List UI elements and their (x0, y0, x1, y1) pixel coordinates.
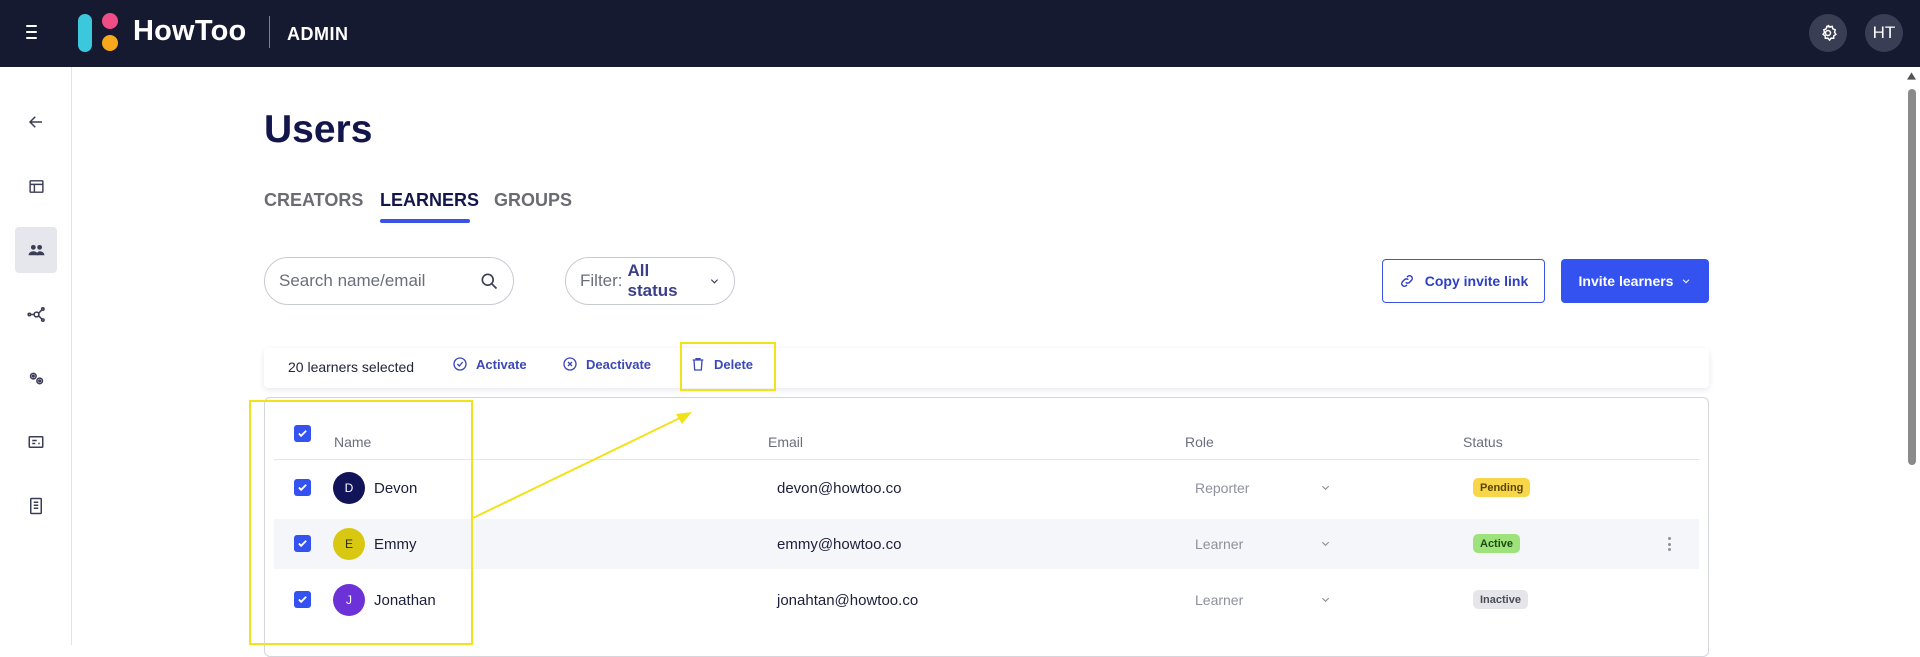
network-icon (26, 306, 45, 322)
chevron-down-icon (710, 279, 719, 284)
settings-button[interactable] (1809, 14, 1847, 52)
arrow-left-icon (28, 116, 42, 128)
column-header-role[interactable]: Role (1185, 434, 1214, 450)
annotation-highlight-selection (249, 400, 473, 645)
check-circle-icon (453, 357, 467, 371)
section-label: ADMIN (287, 24, 349, 44)
howtoo-logo (78, 13, 118, 52)
copy-invite-link-button[interactable]: Copy invite link (1382, 259, 1545, 303)
active-tab-indicator (380, 219, 470, 223)
page-title: Users (264, 108, 373, 151)
filter-prefix: Filter: (580, 271, 623, 290)
role-value: Reporter (1195, 480, 1250, 496)
table-row[interactable]: D Devon devon@howtoo.co Reporter Pending (274, 463, 1699, 513)
learner-email: emmy@howtoo.co (777, 536, 902, 553)
copy-invite-link-label: Copy invite link (1424, 273, 1529, 289)
search-placeholder: Search name/email (279, 271, 426, 290)
search-icon (481, 273, 498, 290)
tab-groups[interactable]: GROUPS (494, 190, 572, 211)
learner-email: jonahtan@howtoo.co (777, 592, 919, 609)
user-avatar[interactable]: HT (1865, 14, 1903, 52)
table-row[interactable]: E Emmy emmy@howtoo.co Learner Active (274, 519, 1699, 569)
activate-label: Activate (476, 356, 527, 372)
table-row[interactable]: J Jonathan jonahtan@howtoo.co Learner In… (274, 575, 1699, 625)
vertical-scrollbar[interactable] (1903, 67, 1920, 645)
search-input[interactable]: Search name/email (264, 257, 514, 305)
column-header-email[interactable]: Email (768, 434, 803, 450)
status-badge: Inactive (1473, 590, 1528, 609)
chevron-down-icon (1321, 541, 1330, 547)
x-circle-icon (563, 357, 577, 371)
status-badge: Pending (1473, 478, 1531, 497)
top-bar: HowToo ADMIN HT (0, 0, 1920, 67)
deactivate-label: Deactivate (586, 356, 652, 372)
filter-value: All status (627, 261, 678, 300)
gears-icon (29, 372, 43, 384)
status-filter[interactable]: Filter: All status (565, 257, 735, 305)
sidebar-item-back[interactable] (15, 99, 57, 145)
bulk-action-bar: 20 learners selected Activate Deactivate… (264, 348, 1709, 388)
invite-learners-button[interactable]: Invite learners (1561, 259, 1709, 303)
brand-name: HowToo (133, 15, 247, 47)
hamburger-icon[interactable] (26, 22, 42, 42)
gear-icon (1822, 24, 1837, 42)
deactivate-button[interactable]: Deactivate (562, 356, 651, 372)
chevron-down-icon (1321, 485, 1330, 491)
scroll-up-arrow-icon[interactable] (1907, 72, 1916, 80)
role-value: Learner (1195, 536, 1244, 552)
link-icon (1400, 275, 1413, 287)
sidebar-item-dashboard[interactable] (15, 163, 57, 209)
activate-button[interactable]: Activate (452, 356, 527, 372)
column-header-status[interactable]: Status (1463, 434, 1503, 450)
layout-icon (28, 179, 44, 193)
selected-count: 20 learners selected (288, 359, 415, 375)
role-select[interactable]: Learner (1195, 592, 1331, 608)
row-menu-icon[interactable] (1664, 534, 1674, 554)
tab-learners[interactable]: LEARNERS (380, 190, 479, 211)
status-badge: Active (1473, 534, 1521, 553)
chevron-down-icon (1321, 597, 1330, 603)
users-icon (28, 244, 44, 255)
invite-learners-label: Invite learners (1578, 273, 1674, 289)
document-icon (30, 497, 42, 515)
sidebar-item-certificates[interactable] (15, 419, 57, 465)
learners-table: Name Email Role Status D Devon devon@how… (264, 397, 1709, 657)
tab-creators[interactable]: CREATORS (264, 190, 363, 211)
brand-divider (269, 16, 270, 48)
role-select[interactable]: Reporter (1195, 480, 1331, 496)
sidebar-item-users[interactable] (15, 227, 57, 273)
role-value: Learner (1195, 592, 1244, 608)
header-divider (274, 459, 1699, 460)
role-select[interactable]: Learner (1195, 536, 1331, 552)
sidebar (0, 67, 72, 645)
annotation-highlight-delete (680, 342, 776, 391)
sidebar-item-integrations[interactable] (15, 291, 57, 337)
learner-email: devon@howtoo.co (777, 480, 902, 497)
scrollbar-thumb[interactable] (1908, 89, 1916, 465)
sidebar-item-settings[interactable] (15, 355, 57, 401)
chevron-down-icon (1683, 279, 1690, 284)
sidebar-item-reports[interactable] (15, 483, 57, 529)
id-card-icon (28, 436, 44, 448)
